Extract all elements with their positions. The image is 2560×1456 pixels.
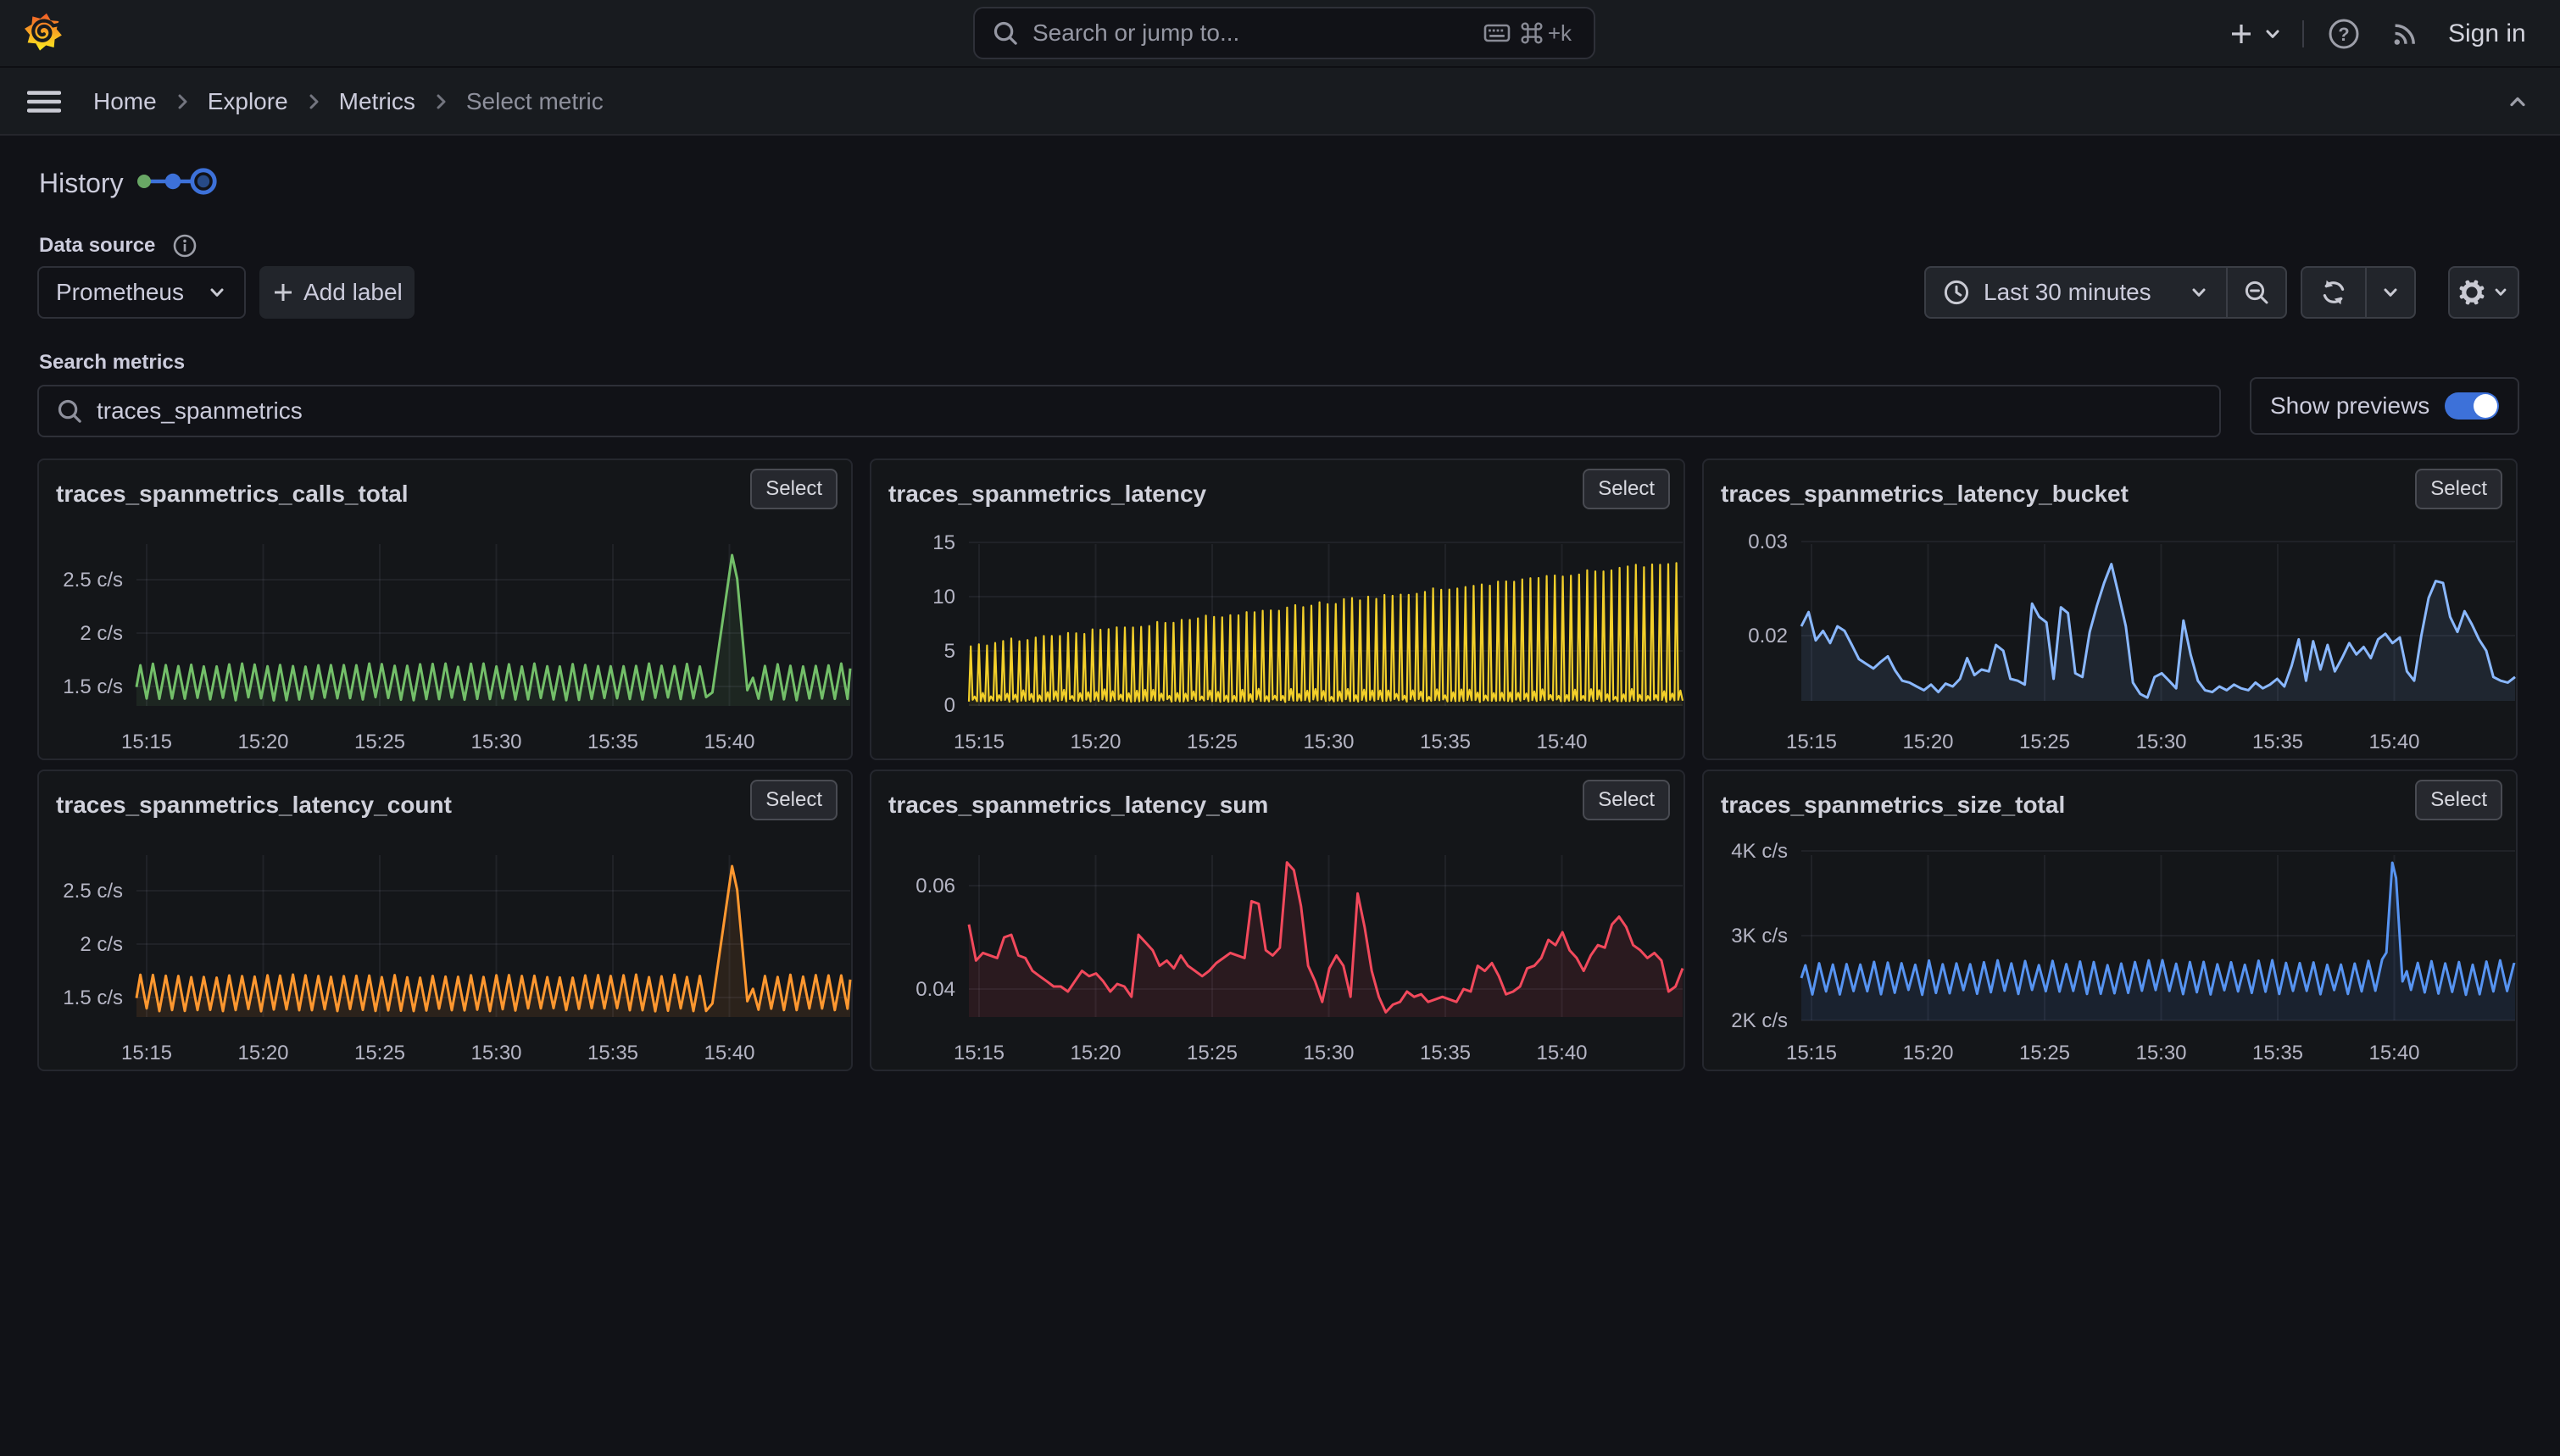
svg-text:15:25: 15:25 (1187, 1042, 1238, 1064)
svg-text:15:30: 15:30 (2135, 731, 2186, 753)
svg-text:3K c/s: 3K c/s (1731, 925, 1788, 948)
svg-text:15:30: 15:30 (470, 731, 521, 753)
svg-text:2.5 c/s: 2.5 c/s (63, 569, 123, 592)
svg-text:0: 0 (944, 694, 955, 717)
svg-text:15:40: 15:40 (1536, 1042, 1587, 1064)
svg-text:15:25: 15:25 (354, 731, 405, 753)
svg-text:15:35: 15:35 (587, 731, 638, 753)
svg-text:15:25: 15:25 (2019, 731, 2070, 753)
svg-text:0.03: 0.03 (1748, 531, 1788, 553)
svg-text:15:30: 15:30 (2135, 1042, 2186, 1064)
svg-text:15:20: 15:20 (1902, 1042, 1953, 1064)
svg-text:15:30: 15:30 (470, 1042, 521, 1064)
svg-text:4K c/s: 4K c/s (1731, 840, 1788, 863)
svg-text:2 c/s: 2 c/s (80, 933, 123, 956)
svg-text:15: 15 (932, 531, 955, 554)
svg-text:15:15: 15:15 (954, 731, 1005, 753)
svg-text:15:30: 15:30 (1303, 1042, 1354, 1064)
svg-text:15:15: 15:15 (121, 731, 172, 753)
svg-text:15:15: 15:15 (954, 1042, 1005, 1064)
svg-text:15:25: 15:25 (2019, 1042, 2070, 1064)
svg-text:15:20: 15:20 (1070, 1042, 1121, 1064)
svg-text:15:15: 15:15 (1786, 731, 1837, 753)
svg-text:15:20: 15:20 (237, 731, 288, 753)
svg-text:5: 5 (944, 640, 955, 663)
svg-text:15:20: 15:20 (1070, 731, 1121, 753)
svg-text:15:25: 15:25 (354, 1042, 405, 1064)
svg-text:15:20: 15:20 (1902, 731, 1953, 753)
svg-text:2 c/s: 2 c/s (80, 622, 123, 645)
svg-text:1.5 c/s: 1.5 c/s (63, 986, 123, 1009)
svg-text:0.02: 0.02 (1748, 625, 1788, 647)
svg-text:15:40: 15:40 (2368, 1042, 2419, 1064)
svg-text:15:15: 15:15 (1786, 1042, 1837, 1064)
svg-text:15:40: 15:40 (704, 731, 754, 753)
svg-text:15:35: 15:35 (587, 1042, 638, 1064)
svg-text:15:40: 15:40 (2368, 731, 2419, 753)
svg-text:15:15: 15:15 (121, 1042, 172, 1064)
svg-text:15:35: 15:35 (1420, 731, 1471, 753)
svg-text:2K c/s: 2K c/s (1731, 1009, 1788, 1032)
svg-text:15:40: 15:40 (704, 1042, 754, 1064)
svg-text:15:20: 15:20 (237, 1042, 288, 1064)
svg-text:15:35: 15:35 (2252, 1042, 2303, 1064)
svg-text:2.5 c/s: 2.5 c/s (63, 880, 123, 903)
svg-text:15:35: 15:35 (1420, 1042, 1471, 1064)
svg-text:0.06: 0.06 (915, 875, 955, 897)
svg-text:10: 10 (932, 586, 955, 609)
svg-text:15:25: 15:25 (1187, 731, 1238, 753)
svg-text:1.5 c/s: 1.5 c/s (63, 675, 123, 698)
svg-text:15:40: 15:40 (1536, 731, 1587, 753)
svg-text:0.04: 0.04 (915, 978, 955, 1001)
svg-text:15:35: 15:35 (2252, 731, 2303, 753)
svg-text:?: ? (2338, 24, 2349, 45)
svg-text:15:30: 15:30 (1303, 731, 1354, 753)
